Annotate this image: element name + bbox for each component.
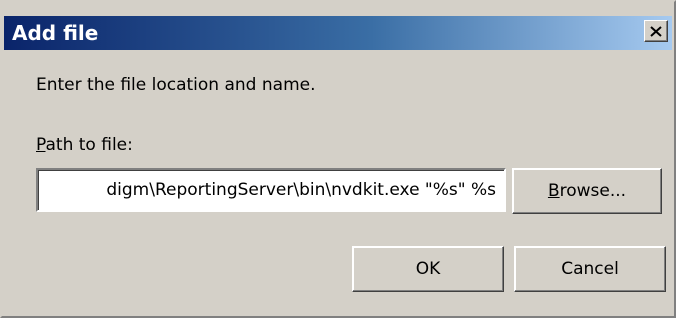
close-icon <box>650 25 662 37</box>
path-to-file-label: Path to file: <box>36 134 133 156</box>
cancel-button[interactable]: Cancel <box>514 246 666 292</box>
title-bar[interactable]: Add file <box>4 16 672 50</box>
path-label-text: ath to file: <box>45 135 133 155</box>
close-button[interactable] <box>644 20 668 42</box>
ok-button[interactable]: OK <box>352 246 504 292</box>
instruction-text: Enter the file location and name. <box>36 75 316 95</box>
window-title: Add file <box>12 21 99 45</box>
browse-mnemonic: B <box>547 181 560 201</box>
browse-label: rowse... <box>559 181 627 201</box>
add-file-dialog: Add file Enter the file location and nam… <box>0 0 676 318</box>
path-to-file-input[interactable]: digm\ReportingServer\bin\nvdkit.exe "%s"… <box>36 168 506 212</box>
browse-button[interactable]: Browse... <box>512 168 662 214</box>
path-label-mnemonic: P <box>36 135 46 155</box>
